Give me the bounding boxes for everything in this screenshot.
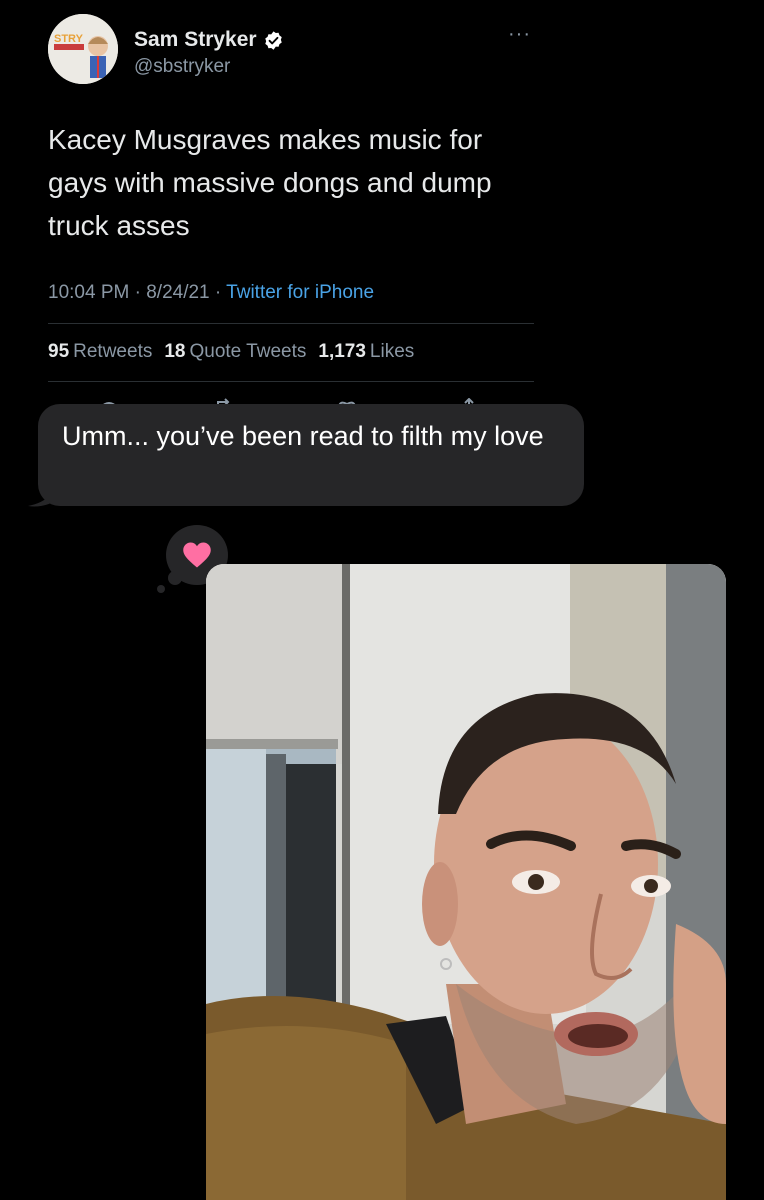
tweet-time: 10:04 PM [48, 282, 130, 303]
tapback-tail-dot [157, 585, 165, 593]
quote-tweets-label: Quote Tweets [189, 341, 307, 362]
photo-message[interactable] [206, 564, 726, 1200]
author-avatar[interactable]: STRY [48, 14, 118, 84]
meta-separator: · [134, 282, 147, 303]
divider [48, 323, 534, 324]
quoted-tweet[interactable]: STRY Sam Stryker @sbstryker ··· Kacey Mu… [0, 0, 764, 410]
author-name-text: Sam Stryker [134, 28, 257, 51]
meta-separator: · [214, 282, 227, 303]
message-text: Umm... you’ve been read to filth my love [62, 421, 544, 451]
author-name[interactable]: Sam Stryker [134, 28, 284, 52]
heart-icon [183, 542, 211, 568]
tweet-text: Kacey Musgraves makes music for gays wit… [48, 124, 492, 241]
more-options-icon[interactable]: ··· [508, 24, 531, 44]
tweet-stats: 95 Retweets 18 Quote Tweets 1,173 Likes [48, 341, 414, 363]
tweet-source-link[interactable]: Twitter for iPhone [226, 282, 374, 303]
tweet-meta: 10:04 PM · 8/24/21 · Twitter for iPhone [48, 282, 374, 304]
selfie-photo [206, 564, 726, 1200]
received-message-bubble[interactable]: Umm... you’ve been read to filth my love [38, 404, 584, 506]
retweets-stat[interactable]: 95 Retweets [48, 341, 152, 363]
likes-stat[interactable]: 1,173 Likes [318, 341, 414, 363]
likes-count: 1,173 [318, 341, 366, 362]
author-handle[interactable]: @sbstryker [134, 56, 230, 78]
likes-label: Likes [369, 341, 415, 362]
retweets-label: Retweets [73, 341, 153, 362]
retweets-count: 95 [48, 341, 70, 362]
verified-badge-icon [263, 30, 284, 51]
svg-text:STRY: STRY [54, 33, 84, 45]
tweet-date: 8/24/21 [146, 282, 210, 303]
divider [48, 381, 534, 382]
quote-tweets-count: 18 [164, 341, 186, 362]
quote-tweets-stat[interactable]: 18 Quote Tweets [164, 341, 306, 363]
